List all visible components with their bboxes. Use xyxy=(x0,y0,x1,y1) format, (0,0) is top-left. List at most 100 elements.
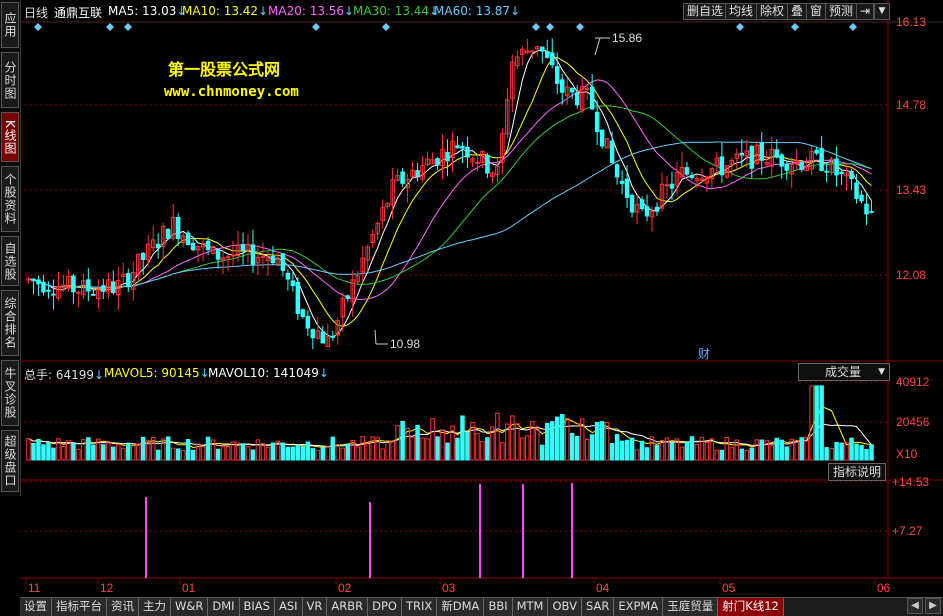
indicator-tab[interactable]: 新DMA xyxy=(437,598,485,616)
ma10-value: MA10: 13.42↓ xyxy=(182,4,269,18)
candle-body xyxy=(545,51,550,58)
volume-bar xyxy=(659,440,665,461)
candle-body xyxy=(530,50,535,53)
volume-bar xyxy=(300,446,306,461)
volume-bar xyxy=(260,443,266,461)
tab-ranking[interactable]: 综合排名 xyxy=(1,290,19,356)
price-axis-label: 13.43 xyxy=(896,183,926,197)
ma60-value: MA60: 13.87↓ xyxy=(434,4,521,18)
tab-apps[interactable]: 应用 xyxy=(1,2,19,48)
volume-bar xyxy=(859,445,864,461)
volume-bar xyxy=(280,442,286,461)
indicator-tab[interactable]: SAR xyxy=(581,598,615,616)
indicator-tab[interactable]: 资讯 xyxy=(107,598,139,616)
candle-body xyxy=(140,252,146,261)
indicator-tab[interactable]: TRIX xyxy=(401,598,438,616)
indicator-tab[interactable]: DMI xyxy=(208,598,240,616)
volume-bar xyxy=(365,443,370,461)
indicator-tab[interactable]: ARBR xyxy=(327,598,369,616)
candle-body xyxy=(101,285,106,292)
volume-bar xyxy=(609,443,615,461)
tab-kline[interactable]: K线图 xyxy=(1,112,19,162)
volume-bar xyxy=(91,444,96,461)
volume-bar xyxy=(694,444,700,461)
volume-bar xyxy=(116,443,121,461)
forecast-button[interactable]: 预测 xyxy=(825,3,858,20)
volume-bar xyxy=(220,445,226,461)
candle-body xyxy=(126,273,131,288)
volume-bar xyxy=(345,443,350,461)
indicator-tab[interactable]: BBI xyxy=(484,598,513,616)
volume-bar xyxy=(540,444,545,461)
indicator-tab[interactable]: 指标平台 xyxy=(52,598,107,616)
volume-bar xyxy=(854,443,859,461)
tab-diagnosis[interactable]: 牛叉诊股 xyxy=(1,360,19,426)
mavol10-value: MAVOL10: 141049↓ xyxy=(208,366,329,380)
volume-bar xyxy=(240,443,246,461)
scroll-right-icon[interactable]: ▶ xyxy=(925,598,941,614)
tab-stock-profile[interactable]: 个股资料 xyxy=(1,166,19,232)
indicator-tab[interactable]: MTM xyxy=(512,598,549,616)
volume-bar xyxy=(769,445,774,461)
candle-body xyxy=(400,171,405,184)
candle-body xyxy=(559,79,565,93)
candle-body xyxy=(799,162,804,171)
volume-bar xyxy=(485,437,490,461)
watermark-title: 第一股票公式网 xyxy=(168,60,281,79)
volume-axis-label: 20456 xyxy=(896,415,930,429)
volume-bar xyxy=(46,442,51,461)
volume-bar xyxy=(225,446,231,461)
candle-body xyxy=(584,87,590,90)
candle-body xyxy=(41,281,46,293)
indicator-tab[interactable]: 设置 xyxy=(20,598,52,616)
scroll-left-icon[interactable]: ◀ xyxy=(907,598,923,614)
overlay-button[interactable]: 叠 xyxy=(787,3,808,20)
tab-intraday[interactable]: 分时图 xyxy=(1,52,19,108)
candle-body xyxy=(175,217,181,239)
candle-body xyxy=(654,206,660,212)
kline-chart[interactable]: 16.13 14.78 13.43 12.08 40912 20456 X10 +14.53 +… xyxy=(20,0,943,597)
toggle-panel-icon[interactable]: ⇥ xyxy=(856,3,874,20)
date-label: 03 xyxy=(442,581,456,595)
candle-body xyxy=(455,145,460,149)
tab-watchlist[interactable]: 自选股 xyxy=(1,236,19,286)
indicator-tab[interactable]: OBV xyxy=(548,598,582,616)
dropdown-arrow-icon[interactable]: ▼ xyxy=(874,3,890,20)
indicator-tab[interactable]: DPO xyxy=(368,598,402,616)
indicator-tab[interactable]: ASI xyxy=(274,598,303,616)
candle-body xyxy=(155,243,161,249)
ma-settings-button[interactable]: 均线 xyxy=(725,3,758,20)
event-diamond-icon xyxy=(532,23,540,31)
indicator-tab[interactable]: BIAS xyxy=(239,598,275,616)
indicator-tab[interactable]: W&R xyxy=(171,598,209,616)
volume-bar xyxy=(654,444,660,461)
tab-super-panel[interactable]: 超级盘口 xyxy=(1,430,19,492)
candle-body xyxy=(839,171,844,175)
candle-body xyxy=(859,194,864,202)
volume-bar xyxy=(689,436,695,461)
remove-watchlist-button[interactable]: 删自选 xyxy=(683,3,728,20)
volume-bar xyxy=(559,413,565,461)
candle-body xyxy=(345,295,350,299)
window-button[interactable]: 窗 xyxy=(806,3,827,20)
volume-bar xyxy=(614,434,620,461)
volume-bar xyxy=(395,425,400,461)
indicator-tab[interactable]: 玉庭贸量 xyxy=(663,598,719,616)
indicator-tab[interactable]: EXPMA xyxy=(614,598,664,616)
indicator-help-button[interactable]: 指标说明 xyxy=(828,463,886,481)
candle-body xyxy=(190,242,196,251)
finance-marker-icon: 财 xyxy=(698,347,710,361)
indicator-tab[interactable]: 射门K线12 xyxy=(718,598,784,616)
volume-bar xyxy=(684,441,690,461)
stock-name[interactable]: 通鼎互联 xyxy=(54,4,102,21)
indicator-tab[interactable]: 主力 xyxy=(139,598,171,616)
volume-bar xyxy=(190,449,196,461)
candle-body xyxy=(435,158,440,166)
candle-body xyxy=(36,279,41,285)
candle-body xyxy=(250,244,256,265)
indicator-tab[interactable]: VR xyxy=(302,598,328,616)
ex-rights-button[interactable]: 除权 xyxy=(756,3,789,20)
signal-axis-label: +7.27 xyxy=(892,524,923,538)
volume-bar xyxy=(155,449,161,461)
indicator-select[interactable]: 成交量 ▼ xyxy=(798,363,890,381)
